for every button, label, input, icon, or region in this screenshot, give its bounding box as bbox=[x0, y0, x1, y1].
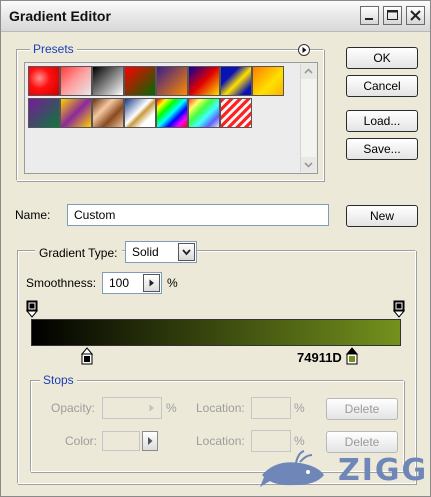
end-color-hex: 74911D bbox=[297, 350, 342, 365]
preset-yellow-violet[interactable] bbox=[60, 98, 92, 128]
gradient-type-value: Solid bbox=[132, 245, 159, 259]
presets-menu-button[interactable] bbox=[298, 44, 310, 56]
preset-transparent-rainbow[interactable] bbox=[188, 98, 220, 128]
gradient-bar[interactable] bbox=[31, 319, 401, 346]
new-button[interactable]: New bbox=[346, 205, 418, 227]
opacity-stop-right[interactable] bbox=[393, 300, 405, 319]
preset-transparent-stripes[interactable] bbox=[220, 98, 252, 128]
color-menu-button[interactable] bbox=[142, 431, 158, 451]
smoothness-input[interactable]: 100 bbox=[102, 272, 162, 294]
presets-label: Presets bbox=[30, 42, 77, 56]
name-label: Name: bbox=[15, 208, 51, 222]
opacity-stop-left[interactable] bbox=[26, 300, 38, 319]
scroll-up-button[interactable] bbox=[301, 64, 316, 79]
save-button[interactable]: Save... bbox=[346, 138, 418, 160]
close-icon bbox=[410, 10, 421, 21]
preset-violet-green[interactable] bbox=[28, 98, 60, 128]
scroll-down-button[interactable] bbox=[301, 157, 316, 172]
preset-spectrum[interactable] bbox=[156, 98, 188, 128]
load-button[interactable]: Load... bbox=[346, 110, 418, 132]
opacity-unit: % bbox=[166, 401, 177, 415]
preset-red-green[interactable] bbox=[124, 66, 156, 96]
smoothness-value: 100 bbox=[109, 276, 130, 290]
minimize-button[interactable] bbox=[360, 6, 379, 25]
name-input[interactable]: Custom bbox=[67, 204, 329, 226]
watermark-text: ZIGG bbox=[338, 453, 429, 488]
maximize-icon bbox=[387, 10, 398, 20]
presets-scrollbar[interactable] bbox=[300, 64, 316, 172]
preset-blue-yellow-blue[interactable] bbox=[220, 66, 252, 96]
gradient-editor-window: Gradient Editor Presets OK Cancel Load..… bbox=[0, 0, 431, 497]
ok-button[interactable]: OK bbox=[346, 47, 418, 69]
arrow-right-icon bbox=[149, 404, 154, 412]
smoothness-label: Smoothness: bbox=[26, 276, 97, 290]
color-swatch[interactable] bbox=[102, 431, 140, 451]
gradient-type-select[interactable]: Solid bbox=[125, 241, 197, 263]
presets-list bbox=[24, 62, 318, 174]
whale-logo-icon bbox=[260, 450, 324, 487]
arrow-right-icon bbox=[149, 279, 154, 287]
color-label: Color: bbox=[65, 434, 98, 448]
preset-orange-yellow[interactable] bbox=[252, 66, 284, 96]
preset-copper[interactable] bbox=[92, 98, 124, 128]
close-button[interactable] bbox=[406, 6, 425, 25]
color-location-label: Location: bbox=[196, 434, 245, 448]
cancel-button[interactable]: Cancel bbox=[346, 75, 418, 97]
maximize-button[interactable] bbox=[383, 6, 402, 25]
watermark: ZIGG bbox=[256, 449, 426, 491]
preset-blue-red-yellow[interactable] bbox=[188, 66, 220, 96]
preset-red-checker[interactable] bbox=[60, 66, 92, 96]
smoothness-unit: % bbox=[167, 276, 178, 290]
dropdown-button[interactable] bbox=[178, 243, 195, 261]
scroll-up-icon bbox=[304, 68, 313, 74]
color-stop-left[interactable] bbox=[81, 346, 93, 365]
minimize-icon bbox=[365, 18, 373, 20]
arrow-right-icon bbox=[148, 437, 153, 445]
chevron-down-icon bbox=[182, 249, 191, 256]
preset-chrome[interactable] bbox=[124, 98, 156, 128]
scroll-down-icon bbox=[304, 162, 313, 168]
opacity-label: Opacity: bbox=[51, 401, 96, 415]
opacity-location-unit: % bbox=[294, 401, 305, 415]
preset-violet-orange[interactable] bbox=[156, 66, 188, 96]
opacity-delete-button[interactable]: Delete bbox=[326, 398, 398, 420]
play-arrow-icon bbox=[302, 47, 307, 53]
opacity-location-label: Location: bbox=[196, 401, 245, 415]
stops-label: Stops bbox=[40, 373, 77, 387]
gradient-type-label: Gradient Type: bbox=[35, 246, 122, 260]
window-title: Gradient Editor bbox=[9, 8, 111, 24]
opacity-input[interactable] bbox=[102, 397, 162, 419]
color-location-unit: % bbox=[294, 434, 305, 448]
preset-black-white[interactable] bbox=[92, 66, 124, 96]
title-bar[interactable]: Gradient Editor bbox=[1, 1, 430, 32]
smoothness-slider-button[interactable] bbox=[143, 274, 160, 292]
preset-red-transparent[interactable] bbox=[28, 66, 60, 96]
color-stop-right[interactable] bbox=[346, 346, 358, 365]
opacity-location-input[interactable] bbox=[251, 397, 291, 419]
